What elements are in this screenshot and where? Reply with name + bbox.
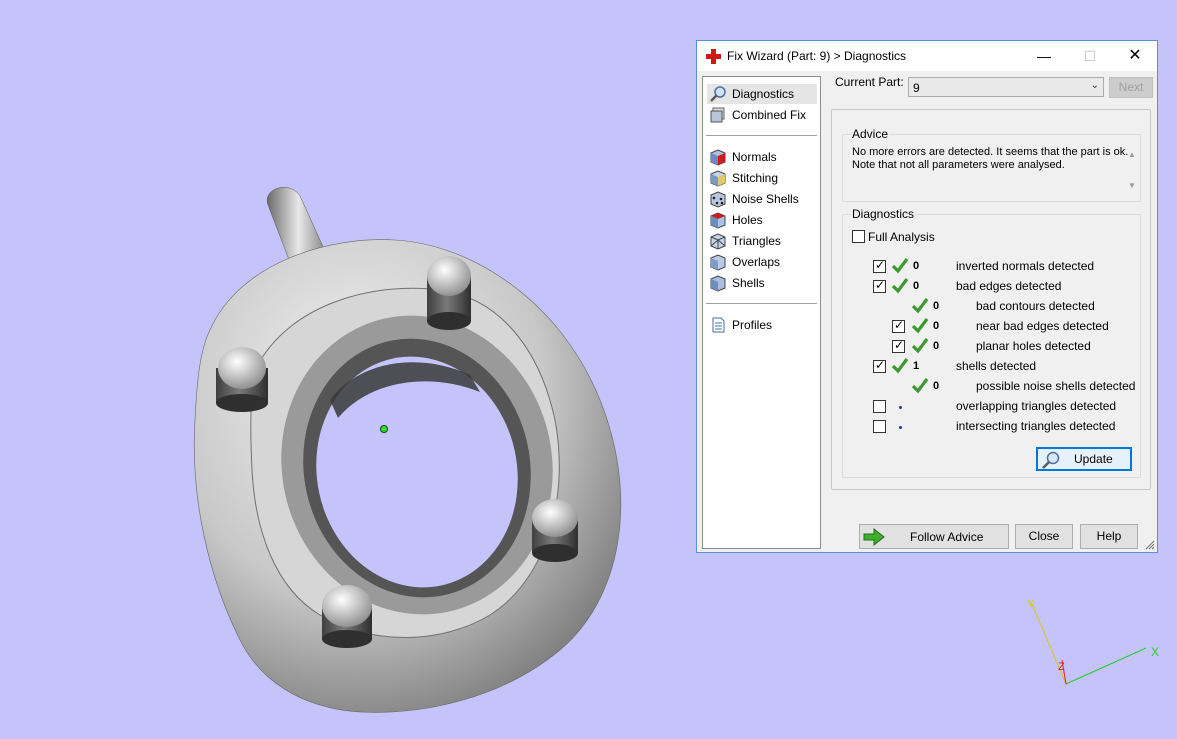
nav-item-triangles[interactable]: Triangles — [707, 231, 817, 251]
checkmark-icon — [891, 258, 909, 274]
window-title: Fix Wizard (Part: 9) > Diagnostics — [727, 49, 907, 63]
overlapping-triangles-label: overlapping triangles detected — [956, 399, 1117, 413]
z-axis-label: Z — [1058, 661, 1065, 673]
fix-wizard-dialog: Fix Wizard (Part: 9) > Diagnostics — ☐ ✕… — [696, 40, 1158, 553]
planar-holes-label: planar holes detected — [976, 339, 1091, 353]
intersecting-triangles-label: intersecting triangles detected — [956, 419, 1116, 433]
holes-cube-icon — [710, 212, 726, 229]
minimize-button[interactable]: — — [1021, 41, 1067, 71]
magnifier-icon — [1042, 451, 1060, 469]
pin-right — [532, 499, 578, 562]
next-button[interactable]: Next — [1109, 77, 1153, 98]
not-analysed-dot-icon — [899, 426, 902, 429]
nav-item-noise-shells[interactable]: Noise Shells — [707, 189, 817, 209]
shells-checkbox[interactable]: ✓ — [873, 358, 886, 373]
not-analysed-dot-icon — [899, 406, 902, 409]
inverted-normals-label: inverted normals detected — [956, 259, 1095, 273]
part-model[interactable] — [193, 187, 622, 713]
noise-shells-count: 0 — [933, 380, 940, 392]
nav-item-shells[interactable]: Shells — [707, 273, 817, 293]
near-bad-edges-checkbox[interactable]: ✓ — [892, 318, 905, 333]
diagnostics-title: Diagnostics — [851, 207, 916, 221]
full-analysis-label: Full Analysis — [868, 230, 935, 244]
scroll-down-icon: ▼ — [1128, 181, 1136, 190]
advice-scrollbar[interactable]: ▲ ▼ — [1126, 145, 1140, 193]
pin-top — [427, 256, 471, 330]
nav-item-holes[interactable]: Holes — [707, 210, 817, 230]
rotation-center-marker — [380, 425, 388, 433]
x-axis-line — [1065, 647, 1147, 685]
scroll-up-icon: ▲ — [1128, 150, 1136, 159]
pin-bottom — [322, 585, 372, 648]
checkmark-icon — [911, 378, 929, 394]
stitching-cube-icon — [710, 170, 726, 187]
nav-divider — [706, 303, 817, 304]
nav-item-combined-fix[interactable]: Combined Fix — [707, 105, 817, 125]
maximize-button[interactable]: ☐ — [1067, 41, 1113, 71]
advice-text: No more errors are detected. It seems th… — [852, 146, 1133, 190]
planar-holes-count: 0 — [933, 340, 940, 352]
near-bad-edges-count: 0 — [933, 320, 940, 332]
axis-gizmo: Y X Z — [1027, 598, 1159, 685]
bad-edges-label: bad edges detected — [956, 279, 1062, 293]
checkmark-icon — [911, 318, 929, 334]
noise-shells-label: possible noise shells detected — [976, 379, 1136, 393]
close-window-button[interactable]: ✕ — [1112, 41, 1158, 71]
shells-count: 1 — [913, 360, 920, 372]
bad-edges-checkbox[interactable]: ✓ — [873, 278, 886, 293]
current-part-select[interactable]: 9 ⌄ — [908, 77, 1104, 97]
red-cross-icon — [706, 49, 721, 64]
title-bar[interactable]: Fix Wizard (Part: 9) > Diagnostics — ☐ ✕ — [697, 41, 1157, 71]
checkmark-icon — [891, 278, 909, 294]
follow-advice-button[interactable]: Follow Advice — [859, 524, 1009, 549]
bad-contours-label: bad contours detected — [976, 299, 1095, 313]
normals-cube-icon — [710, 149, 726, 166]
triangles-cube-icon — [710, 233, 726, 250]
advice-group: Advice No more errors are detected. It s… — [842, 127, 1141, 202]
nav-item-stitching[interactable]: Stitching — [707, 168, 817, 188]
diagnostics-group: Diagnostics Full Analysis ✓ 0 inverted n… — [842, 207, 1141, 478]
noise-shells-icon — [710, 191, 726, 208]
inverted-normals-checkbox[interactable]: ✓ — [873, 258, 886, 273]
advice-title: Advice — [851, 127, 890, 141]
nav-divider — [706, 135, 817, 136]
checkmark-icon — [891, 358, 909, 374]
combined-fix-icon — [710, 107, 725, 123]
checkmark-icon — [911, 338, 929, 354]
help-button[interactable]: Help — [1080, 524, 1138, 549]
nav-item-diagnostics[interactable]: Diagnostics — [707, 84, 817, 104]
nav-item-profiles[interactable]: Profiles — [707, 315, 817, 335]
x-axis-label: X — [1151, 645, 1159, 659]
arrow-right-icon — [863, 528, 885, 546]
bad-edges-count: 0 — [913, 280, 920, 292]
close-button[interactable]: Close — [1015, 524, 1073, 549]
intersecting-triangles-checkbox[interactable] — [873, 420, 886, 433]
checkmark-icon — [911, 298, 929, 314]
update-button[interactable]: Update — [1036, 447, 1132, 471]
shells-label: shells detected — [956, 359, 1037, 373]
magnifier-icon — [710, 86, 726, 102]
bad-contours-count: 0 — [933, 300, 940, 312]
diagnostics-panel: Advice No more errors are detected. It s… — [831, 109, 1151, 490]
shells-cube-icon — [710, 275, 726, 292]
document-icon — [712, 317, 725, 333]
full-analysis-checkbox[interactable] — [852, 230, 865, 243]
nav-item-overlaps[interactable]: Overlaps — [707, 252, 817, 272]
wizard-nav: Diagnostics Combined Fix Normals Stitchi… — [702, 76, 821, 549]
nav-item-normals[interactable]: Normals — [707, 147, 817, 167]
overlapping-triangles-checkbox[interactable] — [873, 400, 886, 413]
chevron-down-icon: ⌄ — [1090, 80, 1099, 91]
pin-left — [216, 347, 268, 412]
near-bad-edges-label: near bad edges detected — [976, 319, 1109, 333]
y-axis-label: Y — [1027, 598, 1035, 610]
inverted-normals-count: 0 — [913, 260, 920, 272]
resize-grip-icon[interactable] — [1145, 540, 1155, 550]
overlaps-cube-icon — [710, 254, 726, 271]
planar-holes-checkbox[interactable]: ✓ — [892, 338, 905, 353]
current-part-label: Current Part: — [835, 75, 904, 89]
